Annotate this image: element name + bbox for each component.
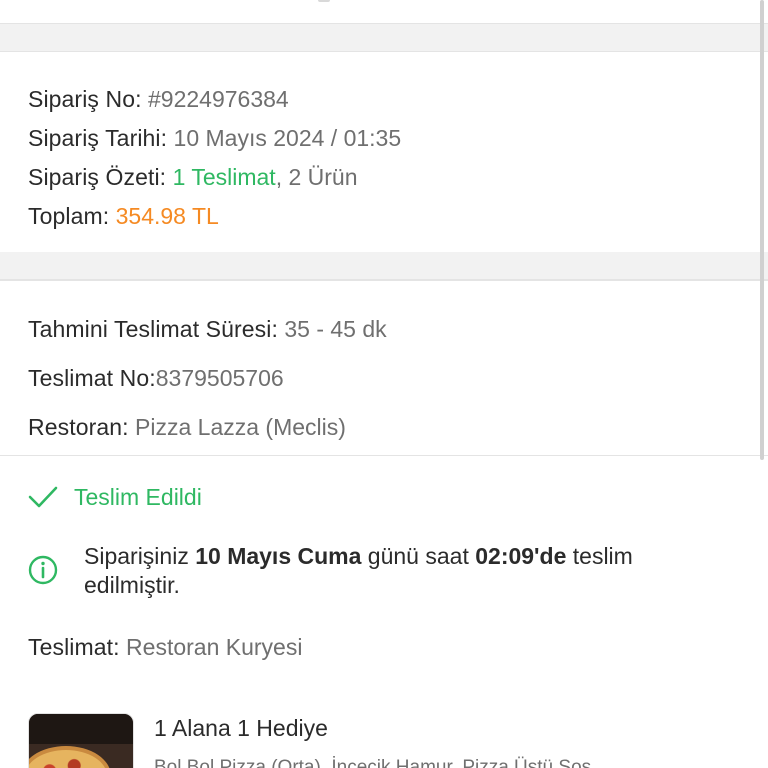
delivery-status-section: Teslim Edildi Siparişiniz 10 Mayıs Cuma …: [0, 456, 768, 768]
check-icon: [28, 486, 58, 508]
eta-value: 35 - 45 dk: [284, 316, 387, 342]
restaurant-value: Pizza Lazza (Meclis): [135, 414, 346, 440]
delivery-number-value: 8379505706: [155, 365, 284, 391]
order-number-row: Sipariş No: #9224976384: [28, 80, 740, 119]
delivery-message: Siparişiniz 10 Mayıs Cuma günü saat 02:0…: [84, 542, 684, 600]
product-title: 1 Alana 1 Hediye: [154, 715, 328, 741]
carrier-label: Teslimat:: [28, 634, 120, 660]
status-label: Teslim Edildi: [74, 483, 202, 510]
top-header-strip: [0, 0, 768, 24]
product-image-background: [29, 714, 133, 744]
scrollbar[interactable]: [760, 0, 764, 460]
order-summary-row: Sipariş Özeti: 1 Teslimat, 2 Ürün: [28, 158, 740, 197]
message-text: Siparişiniz: [84, 543, 196, 569]
restaurant-row: Restoran: Pizza Lazza (Meclis): [28, 403, 740, 452]
order-total-row: Toplam: 354.98 TL: [28, 197, 740, 236]
header-fragment: [318, 0, 330, 2]
delivery-message-row: Siparişiniz 10 Mayıs Cuma günü saat 02:0…: [28, 542, 740, 600]
order-number-value: #9224976384: [147, 86, 289, 112]
carrier-value: Restoran Kuryesi: [126, 634, 303, 660]
eta-row: Tahmini Teslimat Süresi: 35 - 45 dk: [28, 305, 740, 354]
message-text: günü saat: [361, 543, 476, 569]
info-icon: [28, 555, 58, 585]
delivery-info-section: Tahmini Teslimat Süresi: 35 - 45 dk Tesl…: [0, 280, 768, 456]
product-details: 1 Alana 1 Hediye Bol Bol Pizza (Orta), İ…: [154, 713, 591, 768]
restaurant-label: Restoran:: [28, 414, 129, 440]
order-date-row: Sipariş Tarihi: 10 Mayıs 2024 / 01:35: [28, 119, 740, 158]
order-detail-page: Sipariş No: #9224976384 Sipariş Tarihi: …: [0, 0, 768, 768]
message-date: 10 Mayıs Cuma: [195, 543, 362, 569]
section-divider: [0, 24, 768, 52]
pizza-image: [29, 746, 111, 768]
order-date-label: Sipariş Tarihi:: [28, 125, 168, 151]
order-summary-delivery[interactable]: 1 Teslimat: [173, 164, 276, 190]
delivery-number-label: Teslimat No:: [28, 365, 156, 391]
product-image: [28, 713, 134, 768]
order-number-label: Sipariş No:: [28, 86, 142, 112]
product-item[interactable]: 1 Alana 1 Hediye Bol Bol Pizza (Orta), İ…: [28, 713, 740, 768]
order-total-value: 354.98 TL: [115, 203, 219, 229]
eta-label: Tahmini Teslimat Süresi:: [28, 316, 278, 342]
order-total-label: Toplam:: [28, 203, 110, 229]
order-info-section: Sipariş No: #9224976384 Sipariş Tarihi: …: [0, 52, 768, 252]
section-divider: [0, 252, 768, 280]
order-summary-items: 2 Ürün: [282, 164, 358, 190]
status-row: Teslim Edildi: [28, 476, 740, 518]
carrier-row: Teslimat: Restoran Kuryesi: [28, 628, 740, 667]
delivery-number-row: Teslimat No:8379505706: [28, 354, 740, 403]
order-date-value: 10 Mayıs 2024 / 01:35: [173, 125, 402, 151]
product-description: Bol Bol Pizza (Orta), İncecik Hamur, Piz…: [154, 757, 592, 768]
message-time: 02:09'de: [475, 543, 567, 569]
order-summary-label: Sipariş Özeti:: [28, 164, 167, 190]
